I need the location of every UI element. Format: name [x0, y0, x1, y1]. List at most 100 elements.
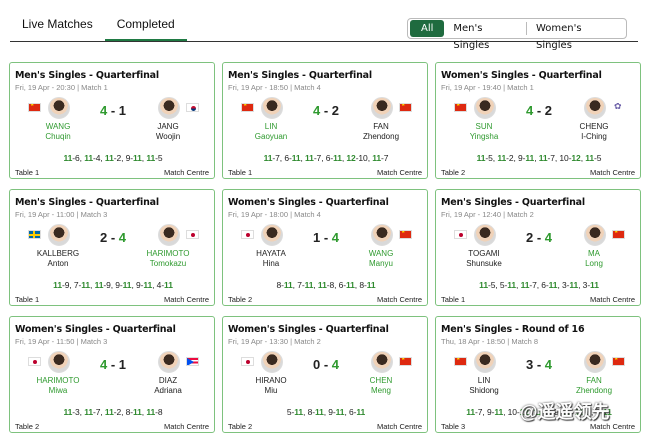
player-avatar	[371, 351, 393, 373]
game-score: 10	[358, 153, 368, 163]
filter-mens-singles-button[interactable]: Men's Singles	[444, 20, 526, 51]
game-score: 7	[316, 153, 322, 163]
filter-womens-singles-button[interactable]: Women's Singles	[527, 20, 624, 51]
table-label: Table 2	[15, 422, 40, 431]
filter-all-button[interactable]: All	[410, 20, 445, 37]
tab-live-matches[interactable]: Live Matches	[10, 0, 105, 42]
score-player-2: 4	[118, 230, 127, 245]
flag-icon	[241, 230, 254, 239]
flag-icon	[28, 357, 41, 366]
game-score-winner: 11	[146, 407, 156, 417]
game-score-winner: 11	[590, 280, 599, 290]
match-centre-link[interactable]: Match Centre	[164, 168, 209, 177]
match-centre-link[interactable]: Match Centre	[590, 168, 635, 177]
game-score-winner: 11	[84, 407, 93, 417]
game-score-winner: 11	[304, 280, 314, 290]
score-player-1: 2	[525, 230, 534, 245]
player-right: HARIMOTO Tomokazu	[128, 224, 208, 274]
match-meta: Fri, 19 Apr - 19:40 | Match 1	[441, 83, 534, 92]
game-score-winner: 11	[569, 280, 579, 290]
game-score: 8	[276, 280, 282, 290]
game-score-winner: 11	[104, 153, 114, 163]
match-title: Women's Singles - Quarterfinal	[228, 197, 389, 208]
score-player-2: 2	[544, 103, 553, 118]
match-card[interactable]: Women's Singles - Quarterfinal Fri, 19 Ap…	[435, 62, 641, 179]
match-centre-link[interactable]: Match Centre	[164, 295, 209, 304]
game-score: 7	[73, 280, 79, 290]
player-right: MALong	[554, 224, 634, 274]
game-score: 10	[507, 407, 517, 417]
flag-icon	[399, 357, 412, 366]
player-last-name: WANG	[368, 249, 394, 258]
game-score-winner: 11	[291, 153, 301, 163]
match-card[interactable]: Men's Singles - Quarterfinal Fri, 19 Apr …	[222, 62, 428, 179]
player-first-name: Shunsuke	[466, 259, 502, 268]
match-card[interactable]: Men's Singles - Quarterfinal Fri, 19 Apr …	[9, 189, 215, 306]
game-score-winner: 11	[356, 407, 366, 417]
game-score: 5	[596, 153, 602, 163]
game-score: 8	[307, 407, 313, 417]
game-score: 3	[582, 280, 588, 290]
player-last-name: HAYATA	[256, 249, 286, 258]
game-score-winner: 11	[585, 153, 595, 163]
player-name: SUN Yingsha	[444, 122, 524, 142]
tab-completed[interactable]: Completed	[104, 0, 187, 42]
player-first-name: Yingsha	[469, 132, 499, 141]
flag-icon	[28, 103, 41, 112]
score-player-1: 1	[312, 230, 321, 245]
match-meta: Fri, 19 Apr - 12:40 | Match 2	[441, 210, 534, 219]
player-right: CHENGI-Ching	[554, 97, 634, 147]
player-first-name: Miu	[264, 386, 278, 395]
game-score: 8	[329, 280, 335, 290]
game-score-winner: 11	[146, 153, 156, 163]
game-score-winner: 11	[333, 153, 342, 163]
match-title: Women's Singles - Quarterfinal	[15, 324, 176, 335]
score-player-2: 4	[544, 357, 553, 372]
score-player-2: 4	[331, 230, 340, 245]
game-score: 9	[328, 407, 333, 417]
game-score-winner: 11	[104, 407, 114, 417]
match-centre-link[interactable]: Match Centre	[377, 295, 422, 304]
player-avatar	[474, 351, 496, 373]
game-score-winner: 11	[520, 280, 530, 290]
flag-icon	[399, 230, 412, 239]
match-title: Men's Singles - Quarterfinal	[441, 197, 585, 208]
match-title: Men's Singles - Quarterfinal	[15, 70, 159, 81]
player-last-name: SUN	[475, 122, 493, 131]
game-score: 7	[95, 407, 101, 417]
match-centre-link[interactable]: Match Centre	[590, 295, 635, 304]
player-name: TOGAMI Shunsuke	[444, 249, 524, 269]
flag-icon	[454, 103, 467, 112]
game-scores: 11-9, 7-11, 11-9, 9-11, 9-11, 4-11	[53, 280, 173, 290]
game-score: 9	[106, 280, 111, 290]
tab-bar: Live Matches Completed	[10, 0, 187, 42]
player-avatar	[474, 224, 496, 246]
score-player-1: 4	[99, 103, 108, 118]
match-card[interactable]: Men's Singles - Quarterfinal Fri, 19 Apr …	[9, 62, 215, 179]
player-first-name: Zhendong	[362, 132, 400, 141]
flag-icon	[612, 103, 625, 112]
match-card[interactable]: Women's Singles - Quarterfinal Fri, 19 Ap…	[222, 189, 428, 306]
player-avatar	[474, 97, 496, 119]
player-last-name: HARIMOTO	[36, 376, 80, 385]
flag-icon	[399, 103, 412, 112]
game-score: 9	[518, 153, 523, 163]
match-card[interactable]: Men's Singles - Quarterfinal Fri, 19 Apr …	[435, 189, 641, 306]
match-card[interactable]: Women's Singles - Quarterfinal Fri, 19 Ap…	[222, 316, 428, 433]
player-last-name: FAN	[586, 376, 602, 385]
table-label: Table 2	[228, 422, 253, 431]
game-scores: 11-7, 6-11, 11-7, 6-11, 12-10, 11-7	[263, 153, 389, 163]
match-centre-link[interactable]: Match Centre	[377, 422, 422, 431]
player-avatar	[371, 97, 393, 119]
match-centre-link[interactable]: Match Centre	[164, 422, 209, 431]
player-first-name: Gaoyuan	[254, 132, 288, 141]
game-score: 3	[561, 280, 567, 290]
table-label: Table 1	[228, 168, 253, 177]
game-scores: 8-11, 7-11, 11-8, 6-11, 8-11	[276, 280, 376, 290]
game-score: 2	[116, 407, 122, 417]
table-label: Table 3	[441, 422, 466, 431]
match-card[interactable]: Women's Singles - Quarterfinal Fri, 19 Ap…	[9, 316, 215, 433]
game-score-winner: 11	[143, 280, 153, 290]
game-score: 6	[348, 407, 354, 417]
match-centre-link[interactable]: Match Centre	[377, 168, 422, 177]
